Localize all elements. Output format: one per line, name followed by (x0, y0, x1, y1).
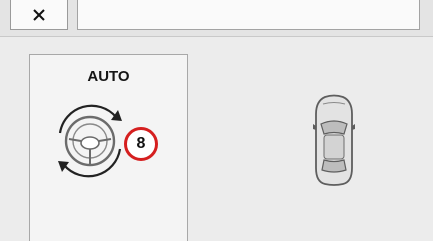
steering-wheel-rotate-icon (58, 104, 122, 178)
speed-limit-badge: 8 (124, 127, 158, 161)
mode-label: AUTO (87, 68, 130, 85)
speed-limit-value: 8 (136, 135, 146, 152)
screen: AUTO 8 (0, 0, 433, 241)
auto-mode-button[interactable]: AUTO 8 (29, 54, 188, 241)
top-bar (0, 0, 433, 36)
top-input-field[interactable] (77, 0, 420, 30)
close-button[interactable] (10, 0, 68, 30)
content-area: AUTO 8 (0, 37, 433, 241)
close-icon (33, 8, 45, 21)
car-top-view-icon (313, 94, 355, 186)
